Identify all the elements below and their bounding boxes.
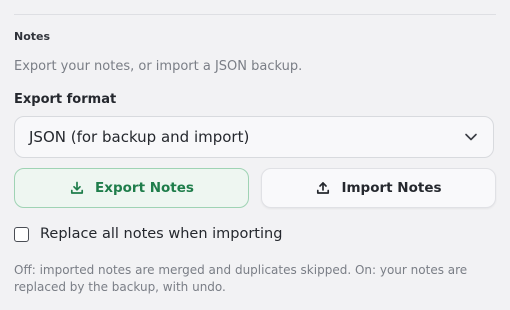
export-format-value: JSON (for backup and import): [29, 128, 250, 146]
export-format-select[interactable]: JSON (for backup and import): [14, 116, 494, 158]
download-icon: [69, 180, 85, 196]
chevron-down-icon: [463, 129, 479, 145]
export-notes-label: Export Notes: [95, 180, 194, 196]
section-description: Export your notes, or import a JSON back…: [14, 59, 303, 74]
import-notes-button[interactable]: Import Notes: [261, 168, 496, 208]
replace-notes-option[interactable]: Replace all notes when importing: [14, 226, 282, 242]
import-help-text: Off: imported notes are merged and dupli…: [14, 263, 468, 294]
export-format-label: Export format: [14, 92, 117, 107]
replace-notes-checkbox[interactable]: [14, 226, 29, 242]
section-title: Notes: [14, 30, 51, 43]
replace-notes-label: Replace all notes when importing: [40, 226, 283, 242]
upload-icon: [315, 180, 331, 196]
top-divider: [14, 14, 496, 15]
export-notes-button[interactable]: Export Notes: [14, 168, 249, 208]
import-notes-label: Import Notes: [341, 180, 442, 196]
